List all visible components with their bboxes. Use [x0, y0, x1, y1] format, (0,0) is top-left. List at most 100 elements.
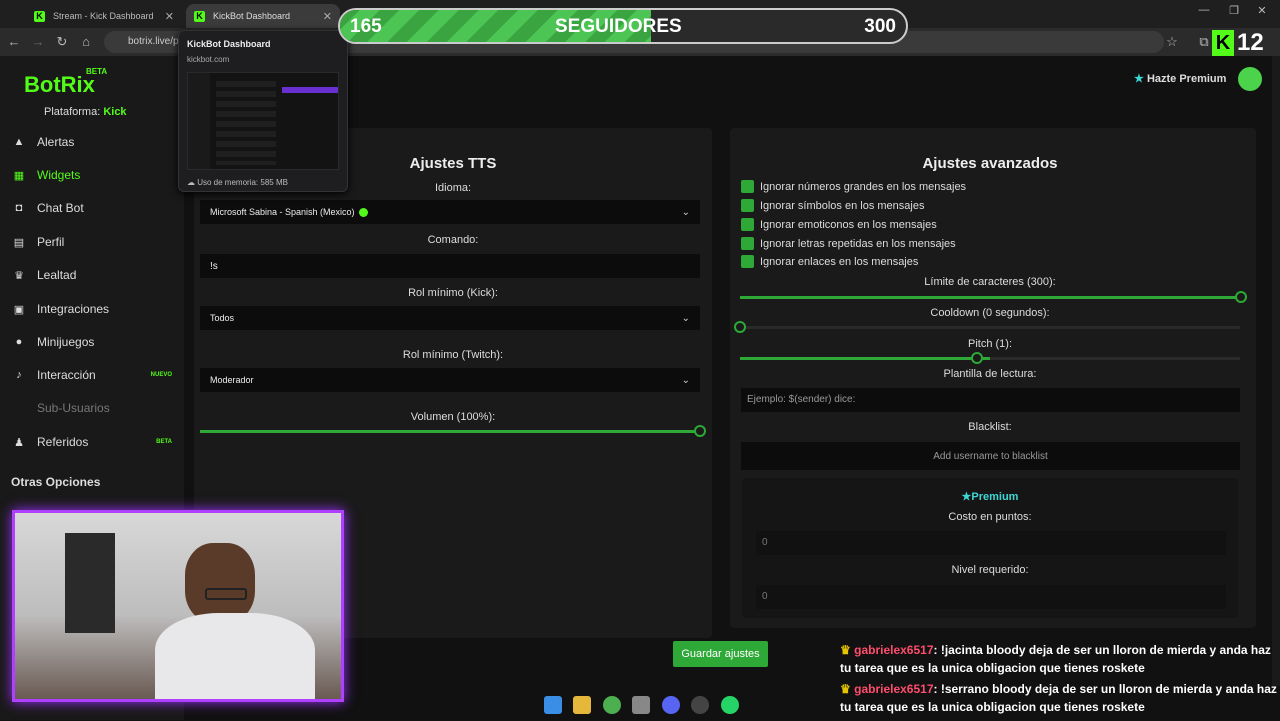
- pitch-slider-handle[interactable]: [971, 352, 983, 364]
- follower-label: SEGUIDORES: [555, 16, 682, 37]
- language-select[interactable]: Microsoft Sabina - Spanish (Mexico) ⌄: [200, 200, 700, 224]
- id-card-icon: ▤: [13, 236, 25, 249]
- file-explorer-icon[interactable]: [573, 696, 591, 714]
- voice-status-dot: [358, 207, 368, 217]
- stream-chat-overlay: ♛ gabrielex6517: !jacinta bloody deja de…: [840, 641, 1280, 721]
- volume-slider[interactable]: [200, 430, 700, 433]
- avatar[interactable]: [1238, 67, 1262, 91]
- platform-indicator: Plataforma: Kick: [44, 106, 127, 118]
- trophy-icon: ♛: [14, 269, 24, 282]
- char-limit-slider[interactable]: [740, 296, 1240, 299]
- reload-icon[interactable]: ↻: [54, 34, 70, 50]
- crown-icon: ♛: [840, 643, 851, 657]
- botrix-logo[interactable]: BotRix: [24, 72, 95, 98]
- checkbox-checked-icon: [741, 199, 754, 212]
- cooldown-label: Cooldown (0 segundos):: [930, 307, 1050, 319]
- cost-label: Costo en puntos:: [948, 511, 1032, 523]
- tab-label: Stream - Kick Dashboard: [53, 11, 154, 21]
- volume-label: Volumen (100%):: [410, 411, 496, 423]
- sidebar-item-referidos[interactable]: ♟ Referidos BETA: [12, 431, 172, 453]
- home-icon[interactable]: ⌂: [78, 34, 94, 49]
- robot-icon: ◘: [15, 202, 23, 214]
- level-label: Nivel requerido:: [951, 564, 1029, 576]
- cooldown-slider-handle[interactable]: [734, 321, 746, 333]
- sidebar-item-alertas[interactable]: ▲ Alertas: [12, 131, 172, 153]
- sidebar-item-minijuegos[interactable]: ● Minijuegos: [12, 331, 172, 353]
- premium-heading: ★Premium: [961, 491, 1019, 503]
- new-badge: NUEVO: [150, 372, 172, 378]
- tab-kickbot-dashboard[interactable]: K KickBot Dashboard ✕: [186, 4, 340, 28]
- chrome-icon[interactable]: [603, 696, 621, 714]
- checkbox-ignore-numbers[interactable]: Ignorar números grandes en los mensajes: [741, 180, 966, 193]
- star-icon: ★: [961, 491, 972, 503]
- command-label: Comando:: [427, 234, 479, 246]
- follower-goal: 300: [864, 16, 896, 37]
- volume-slider-handle[interactable]: [694, 425, 706, 437]
- role-kick-select[interactable]: Todos ⌄: [200, 306, 700, 330]
- beta-badge: BETA: [156, 439, 172, 445]
- cooldown-slider[interactable]: [740, 326, 1240, 329]
- command-input[interactable]: !s: [200, 254, 700, 278]
- pitch-slider[interactable]: [740, 357, 1240, 360]
- url-text: botrix.live/p: [128, 36, 179, 47]
- kick-viewer-badge: K 12: [1212, 28, 1280, 58]
- preview-title: KickBot Dashboard: [187, 39, 271, 49]
- level-input[interactable]: 0: [756, 585, 1226, 609]
- close-window-icon[interactable]: ✕: [1252, 4, 1272, 17]
- memory-usage: ☁ Uso de memoria: 585 MB: [187, 178, 288, 187]
- sidebar-item-lealtad[interactable]: ♛ Lealtad: [12, 264, 172, 286]
- follower-goal-bar: 165 SEGUIDORES 300: [338, 8, 908, 44]
- tab-label: KickBot Dashboard: [213, 11, 291, 21]
- page-scrollbar[interactable]: [1272, 56, 1280, 686]
- char-limit-slider-handle[interactable]: [1235, 291, 1247, 303]
- sidebar-item-integraciones[interactable]: ▣ Integraciones: [12, 298, 172, 320]
- advanced-title: Ajustes avanzados: [922, 155, 1058, 172]
- minimize-icon[interactable]: —: [1194, 4, 1214, 16]
- checkbox-ignore-repeated[interactable]: Ignorar letras repetidas en los mensajes: [741, 237, 956, 250]
- tab-stream-kick-dashboard[interactable]: K Stream - Kick Dashboard ✕: [26, 4, 182, 28]
- sidebar-item-perfil[interactable]: ▤ Perfil: [12, 231, 172, 253]
- plug-icon: ▣: [13, 303, 25, 316]
- beta-badge: BETA: [86, 67, 108, 76]
- sidebar-item-chat-bot[interactable]: ◘ Chat Bot: [12, 197, 172, 219]
- roblox-icon[interactable]: [632, 696, 650, 714]
- music-icon: ♪: [16, 369, 22, 381]
- close-tab-icon[interactable]: ✕: [323, 10, 332, 23]
- forward-icon[interactable]: →: [30, 34, 46, 49]
- checkbox-checked-icon: [741, 218, 754, 231]
- checkbox-ignore-symbols[interactable]: Ignorar símbolos en los mensajes: [741, 199, 924, 212]
- warning-icon: ▲: [13, 136, 25, 148]
- role-twitch-select[interactable]: Moderador ⌄: [200, 368, 700, 392]
- role-kick-label: Rol mínimo (Kick):: [408, 287, 498, 299]
- webcam-overlay: [12, 510, 344, 702]
- cost-input[interactable]: 0: [756, 531, 1226, 555]
- tab-hover-preview: KickBot Dashboard kickbot.com ☁ Uso de m…: [178, 30, 348, 192]
- windows-start-icon[interactable]: [544, 696, 562, 714]
- extensions-icon[interactable]: ⧉: [1196, 34, 1212, 50]
- blacklist-input[interactable]: Add username to blacklist: [741, 442, 1240, 470]
- close-tab-icon[interactable]: ✕: [165, 10, 174, 23]
- app-icon[interactable]: [691, 696, 709, 714]
- checkbox-checked-icon: [741, 237, 754, 250]
- kick-favicon-icon: K: [34, 10, 45, 22]
- app-header: [184, 56, 1280, 102]
- sidebar-item-widgets[interactable]: ▦ Widgets: [12, 164, 172, 186]
- sidebar-item-interaccion[interactable]: ♪ Interacción NUEVO: [12, 364, 172, 386]
- template-input[interactable]: Ejemplo: $(sender) dice:: [741, 388, 1240, 412]
- users-icon: ♟: [14, 436, 24, 449]
- sidebar-item-sub-usuarios[interactable]: Sub-Usuarios: [37, 397, 197, 419]
- checkbox-checked-icon: [741, 180, 754, 193]
- checkbox-checked-icon: [741, 255, 754, 268]
- go-premium-link[interactable]: ★ Hazte Premium: [1134, 72, 1226, 85]
- save-settings-button[interactable]: Guardar ajustes: [673, 641, 768, 667]
- checkbox-ignore-links[interactable]: Ignorar enlaces en los mensajes: [741, 255, 918, 268]
- whatsapp-icon[interactable]: [721, 696, 739, 714]
- checkbox-ignore-emotes[interactable]: Ignorar emoticonos en los mensajes: [741, 218, 937, 231]
- bookmark-star-icon[interactable]: ☆: [1164, 34, 1180, 50]
- star-icon: ★: [1134, 73, 1144, 85]
- maximize-icon[interactable]: ❐: [1224, 4, 1244, 17]
- kick-logo-icon: K: [1212, 30, 1234, 56]
- back-icon[interactable]: ←: [6, 34, 22, 49]
- discord-icon[interactable]: [662, 696, 680, 714]
- chat-message: ♛ gabrielex6517: !jacinta bloody deja de…: [840, 643, 1271, 675]
